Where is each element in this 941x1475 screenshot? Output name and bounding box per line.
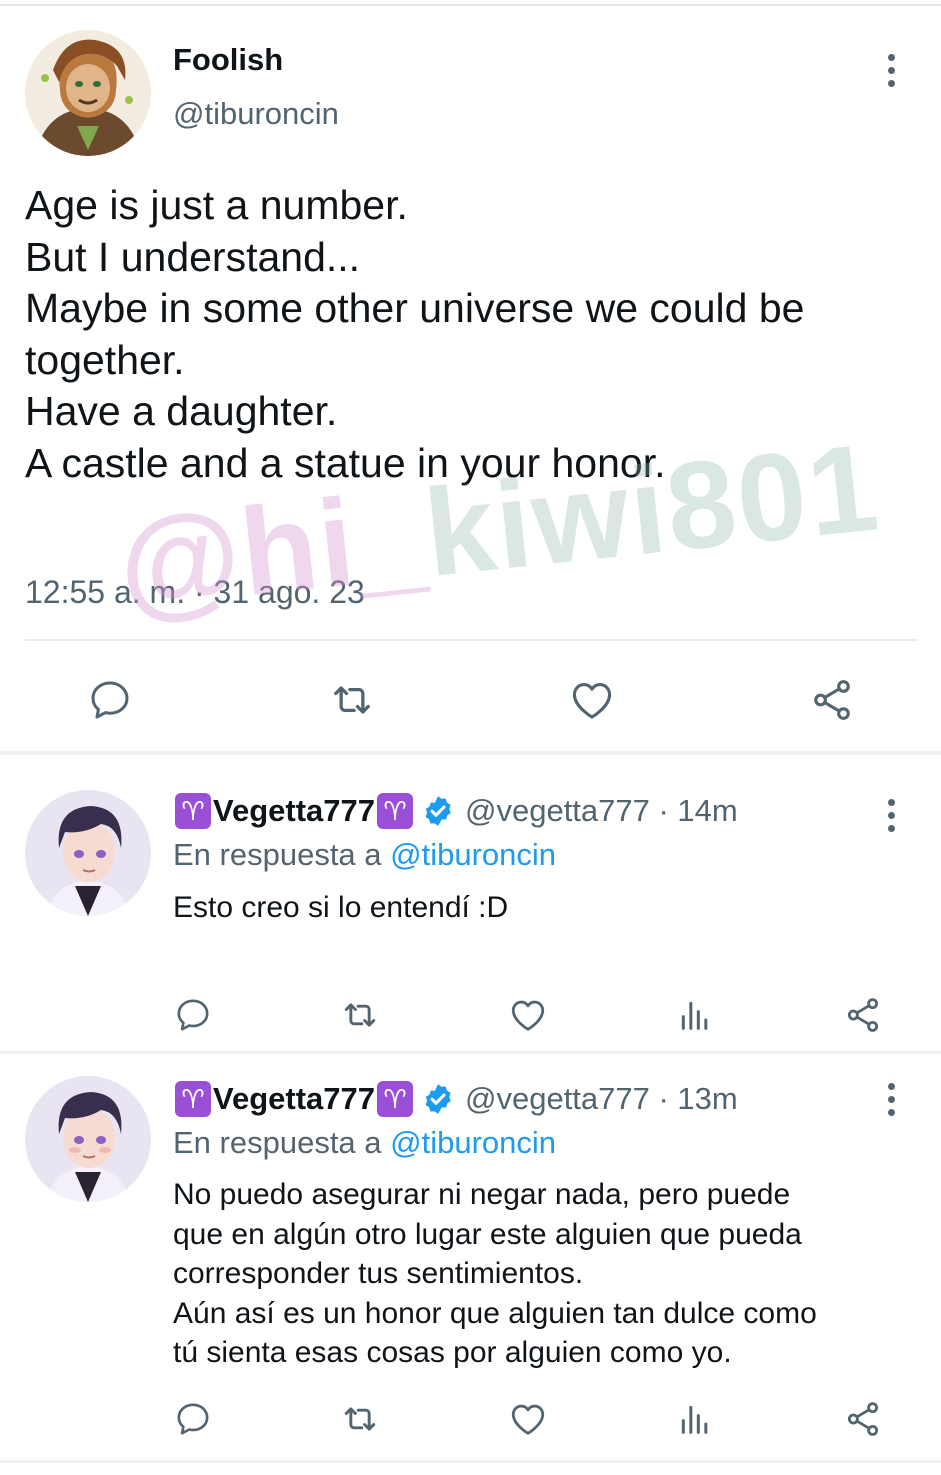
divider [25, 639, 918, 641]
reply-text: Esto creo si lo entendí :D [173, 888, 913, 928]
watermark-text: @hi_ [112, 465, 434, 636]
section-divider [0, 1460, 941, 1463]
display-name[interactable]: Vegetta777 [213, 793, 375, 829]
more-options-icon[interactable] [886, 54, 896, 87]
like-icon[interactable] [506, 1397, 550, 1441]
aries-emoji-icon: ♈ [175, 793, 211, 829]
tweet-text-line: Age is just a number. [25, 182, 408, 228]
replying-to: En respuesta a @tiburoncin [173, 1125, 556, 1161]
views-icon[interactable] [673, 1397, 717, 1441]
mention-link[interactable]: @tiburoncin [390, 837, 556, 872]
share-icon[interactable] [841, 993, 885, 1037]
reply-text: No puedo asegurar ni negar nada, pero pu… [173, 1175, 913, 1373]
replying-to: En respuesta a @tiburoncin [173, 837, 556, 873]
avatar[interactable] [25, 1076, 151, 1202]
aries-emoji-icon: ♈ [377, 1081, 413, 1117]
avatar[interactable] [25, 790, 151, 916]
aries-emoji-icon: ♈ [377, 793, 413, 829]
handle[interactable]: @tiburoncin [173, 96, 339, 132]
display-name[interactable]: Foolish [173, 42, 283, 78]
reply-text-line: que en algún otro lugar este alguien que… [173, 1217, 802, 1251]
reply-tweet: ♈ Vegetta777 ♈ @vegetta777 · 14m En respue… [0, 755, 941, 1054]
replying-to-label: En respuesta a [173, 1125, 391, 1160]
more-options-icon[interactable] [886, 799, 896, 832]
reply-icon[interactable] [171, 1397, 215, 1441]
reply-icon[interactable] [84, 674, 136, 726]
handle-time[interactable]: @vegetta777 · 13m [465, 1081, 738, 1117]
retweet-icon[interactable] [338, 993, 382, 1037]
tweet-text-line: Maybe in some other universe we could be [25, 285, 805, 331]
handle-time[interactable]: @vegetta777 · 14m [465, 793, 738, 829]
reply-text-line: corresponder tus sentimientos. [173, 1257, 584, 1290]
replying-to-label: En respuesta a [173, 837, 391, 872]
display-name[interactable]: Vegetta777 [213, 1081, 375, 1117]
retweet-icon[interactable] [326, 674, 378, 726]
reply-header: ♈ Vegetta777 ♈ @vegetta777 · 14m [173, 793, 738, 829]
verified-badge-icon [421, 1082, 455, 1116]
like-icon[interactable] [566, 674, 618, 726]
views-icon[interactable] [673, 993, 717, 1037]
reply-tweet: ♈ Vegetta777 ♈ @vegetta777 · 13m En respue… [0, 1053, 941, 1475]
aries-emoji-icon: ♈ [175, 1081, 211, 1117]
retweet-icon[interactable] [338, 1397, 382, 1441]
verified-badge-icon [421, 794, 455, 828]
reply-text-line: No puedo asegurar ni negar nada, pero pu… [173, 1178, 791, 1211]
share-icon[interactable] [806, 674, 858, 726]
reply-icon[interactable] [171, 993, 215, 1037]
tweet-text-line: But I understand... [25, 233, 361, 280]
like-icon[interactable] [506, 993, 550, 1037]
reply-text-line: tú sienta esas cosas por alguien como yo… [173, 1336, 732, 1369]
reply-header: ♈ Vegetta777 ♈ @vegetta777 · 13m [173, 1081, 738, 1117]
more-options-icon[interactable] [886, 1083, 896, 1116]
share-icon[interactable] [841, 1397, 885, 1441]
avatar[interactable] [25, 30, 151, 156]
main-tweet: Foolish @tiburoncin Age is just a number… [0, 6, 941, 752]
tweet-text-line: together. [25, 336, 185, 383]
reply-text-line: Esto creo si lo entendí :D [173, 891, 509, 924]
mention-link[interactable]: @tiburoncin [390, 1125, 556, 1160]
reply-text-line: Aún así es un honor que alguien tan dulc… [173, 1296, 817, 1330]
